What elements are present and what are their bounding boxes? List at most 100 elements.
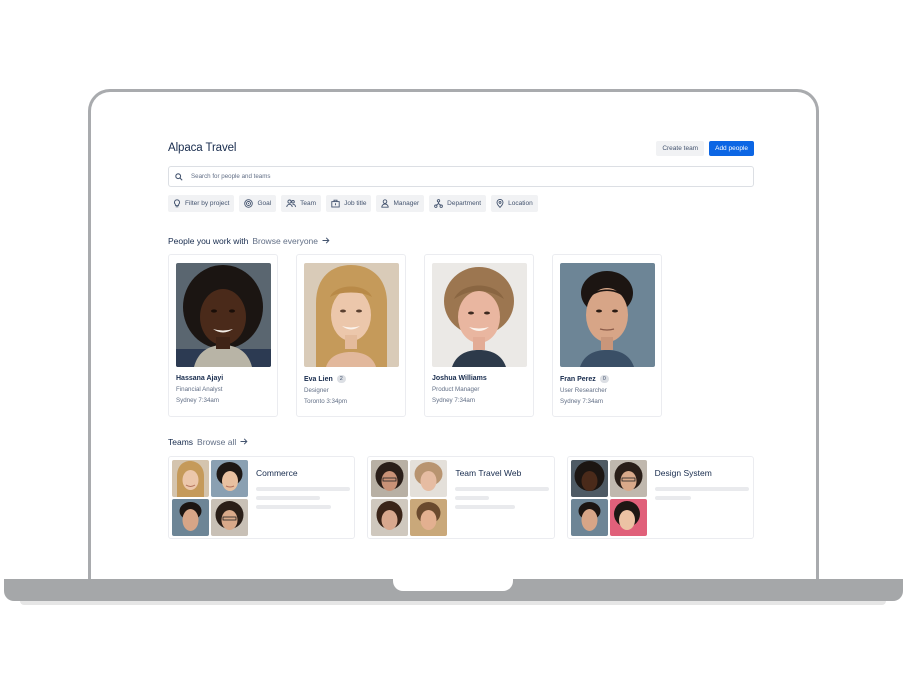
- browse-all-teams-link[interactable]: Browse all: [197, 437, 248, 447]
- skeleton-line: [256, 505, 331, 509]
- person-location: Sydney 7:34am: [432, 397, 526, 404]
- chip-label: Goal: [257, 200, 272, 207]
- member-avatar: [570, 499, 608, 536]
- filter-location-chip[interactable]: Location: [491, 195, 538, 212]
- pronoun-badge: 0: [599, 375, 609, 383]
- team-info: Commerce: [256, 460, 351, 535]
- person-name: Fran Perez 0: [560, 375, 654, 383]
- laptop-shadow: [20, 601, 886, 605]
- chip-label: Department: [447, 200, 482, 207]
- chip-label: Location: [508, 200, 533, 207]
- person-city: Toronto: [304, 398, 325, 405]
- person-role: Designer: [304, 387, 329, 394]
- skeleton-line: [455, 505, 516, 509]
- person-time: 3:34pm: [326, 398, 348, 405]
- team-card[interactable]: Design System: [566, 456, 754, 539]
- arrow-right-icon: [322, 236, 330, 246]
- hierarchy-icon: [434, 199, 443, 208]
- person-name: Joshua Williams: [432, 375, 526, 382]
- chip-label: Team: [300, 200, 317, 207]
- header-actions: Create team Add people: [656, 140, 754, 156]
- person-time: 7:34am: [454, 397, 476, 404]
- member-avatar: [609, 460, 647, 497]
- filter-manager-chip[interactable]: Manager: [376, 195, 425, 212]
- skeleton-line: [256, 487, 350, 491]
- search-placeholder: Search for people and teams: [191, 173, 271, 180]
- chip-label: Manager: [393, 200, 420, 207]
- app-container: Alpaca Travel Create team Add people Sea…: [168, 137, 754, 539]
- chip-label: Job title: [344, 200, 367, 207]
- skeleton-line: [654, 496, 691, 500]
- avatar-photo: [304, 263, 399, 367]
- person-card[interactable]: Fran Perez 0 User Researcher Sydney 7:34a…: [552, 254, 662, 417]
- add-people-button[interactable]: Add people: [709, 140, 754, 156]
- skeleton-line: [455, 487, 550, 491]
- team-card[interactable]: Commerce: [168, 456, 356, 539]
- create-team-button[interactable]: Create team: [656, 140, 705, 156]
- person-card[interactable]: Hassana Ajayi Financial Analyst Sydney 7…: [168, 254, 278, 417]
- member-avatar: [371, 499, 409, 536]
- team-name: Commerce: [256, 468, 298, 478]
- laptop-notch: [393, 579, 513, 591]
- browse-everyone-link[interactable]: Browse everyone: [252, 236, 330, 246]
- person-time: 7:34am: [198, 397, 220, 404]
- skeleton-line: [455, 496, 490, 500]
- member-avatar: [211, 499, 248, 536]
- team-avatar-mosaic: [172, 460, 248, 536]
- filter-project-chip[interactable]: Filter by project: [168, 195, 235, 212]
- browse-everyone-label: Browse everyone: [252, 236, 318, 246]
- laptop-screen: Alpaca Travel Create team Add people Sea…: [88, 89, 819, 589]
- person-role: Product Manager: [432, 386, 480, 393]
- person-card[interactable]: Joshua Williams Product Manager Sydney 7…: [424, 254, 534, 417]
- team-info: Design System: [654, 460, 750, 535]
- person-name-text: Eva Lien: [304, 375, 333, 383]
- filter-bar: Filter by project Goal Team Job title Ma…: [168, 195, 754, 212]
- people-section-header: People you work with Browse everyone: [168, 236, 754, 246]
- member-avatar: [172, 460, 209, 497]
- team-name: Design System: [654, 468, 712, 478]
- avatar-photo: [560, 263, 655, 367]
- person-name-text: Hassana Ajayi: [176, 375, 224, 382]
- member-avatar: [570, 460, 608, 497]
- person-name: Hassana Ajayi: [176, 375, 270, 382]
- skeleton-line: [256, 496, 320, 500]
- arrow-right-icon: [240, 437, 248, 447]
- briefcase-icon: [331, 199, 340, 208]
- target-icon: [244, 199, 254, 208]
- person-icon: [381, 199, 390, 208]
- chip-label: Filter by project: [185, 200, 230, 207]
- team-card[interactable]: Team Travel Web: [367, 456, 555, 539]
- person-role: Financial Analyst: [176, 386, 223, 393]
- avatar-photo: [432, 263, 527, 367]
- person-role: User Researcher: [560, 387, 607, 394]
- person-city: Sydney: [176, 397, 197, 404]
- person-name-text: Fran Perez: [560, 375, 596, 383]
- person-city: Sydney: [432, 397, 453, 404]
- lightbulb-icon: [173, 199, 181, 208]
- teams-section-title: Teams: [168, 437, 194, 447]
- team-name: Team Travel Web: [455, 468, 522, 478]
- member-avatar: [172, 499, 209, 536]
- person-card[interactable]: Eva Lien 2 Designer Toronto 3:34pm: [296, 254, 406, 417]
- browse-all-label: Browse all: [197, 437, 237, 447]
- teams-section-header: Teams Browse all: [168, 437, 754, 447]
- search-input[interactable]: Search for people and teams: [168, 166, 754, 187]
- member-avatar: [609, 499, 647, 536]
- team-avatar-mosaic: [371, 460, 448, 536]
- member-avatar: [371, 460, 409, 497]
- avatar-photo: [176, 263, 271, 367]
- location-pin-icon: [496, 199, 504, 208]
- people-icon: [286, 199, 297, 208]
- filter-job-title-chip[interactable]: Job title: [326, 195, 372, 212]
- filter-team-chip[interactable]: Team: [281, 195, 322, 212]
- people-section-title: People you work with: [168, 236, 249, 246]
- filter-department-chip[interactable]: Department: [429, 195, 487, 212]
- search-icon: [175, 172, 183, 181]
- page-header: Alpaca Travel Create team Add people: [168, 137, 754, 159]
- person-location: Sydney 7:34am: [560, 398, 654, 405]
- person-city: Sydney: [560, 398, 581, 405]
- person-name-text: Joshua Williams: [432, 375, 487, 382]
- member-avatar: [410, 499, 448, 536]
- member-avatar: [211, 460, 248, 497]
- filter-goal-chip[interactable]: Goal: [239, 195, 277, 212]
